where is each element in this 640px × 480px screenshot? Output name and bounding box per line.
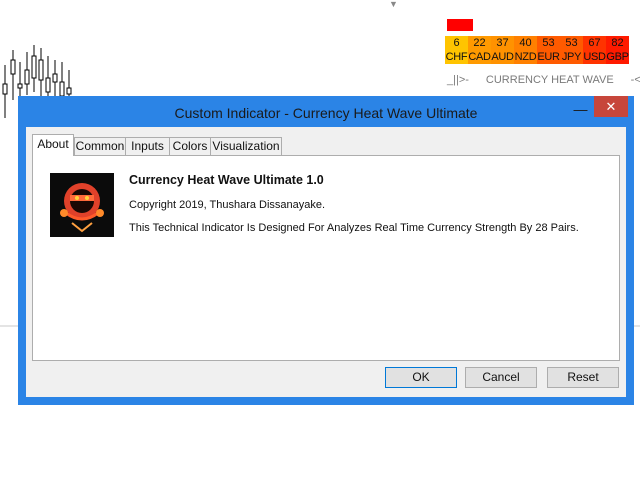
heat-cell-currency: JPY [561, 51, 582, 63]
close-button[interactable]: ✕ [594, 96, 628, 117]
about-tab-page: Currency Heat Wave Ultimate 1.0 Copyrigh… [32, 155, 620, 361]
chart-dropdown-arrow-icon[interactable]: ▼ [389, 0, 398, 9]
indicator-logo-icon [60, 183, 104, 233]
heat-wave-label-right: -<||_ [630, 74, 640, 86]
heat-cell-jpy: 53 JPY [560, 36, 583, 64]
heat-wave-label-title: CURRENCY HEAT WAVE [485, 74, 614, 86]
currency-heatmap: 6 CHF 22 CAD 37 AUD 40 NZD 53 EUR 53 JPY 67 USD 82 GBP [445, 36, 629, 64]
custom-indicator-dialog: Custom Indicator - Currency Heat Wave Ul… [18, 96, 634, 405]
heat-wave-label-left: _||>- [447, 74, 469, 86]
heat-cell-gbp: 82 GBP [606, 36, 629, 64]
indicator-copyright: Copyright 2019, Thushara Dissanayake. [129, 199, 326, 211]
dialog-titlebar[interactable]: Custom Indicator - Currency Heat Wave Ul… [18, 96, 634, 129]
heat-cell-currency: EUR [537, 51, 560, 63]
heat-cell-chf: 6 CHF [445, 36, 468, 64]
minimize-button[interactable]: — [567, 100, 594, 120]
heat-cell-value: 40 [519, 37, 532, 49]
heat-cell-value: 82 [611, 37, 624, 49]
heat-wave-label: _||>- CURRENCY HEAT WAVE -<||_ [447, 74, 640, 86]
heat-cell-value: 6 [453, 37, 460, 49]
heat-cell-cad: 22 CAD [468, 36, 491, 64]
heat-wave-top-swatch [447, 19, 473, 31]
heat-cell-value: 67 [588, 37, 601, 49]
heat-cell-currency: CAD [468, 51, 491, 63]
indicator-description: This Technical Indicator Is Designed For… [129, 222, 579, 234]
heat-cell-aud: 37 AUD [491, 36, 514, 64]
heat-cell-value: 53 [542, 37, 555, 49]
heat-cell-currency: AUD [491, 51, 514, 63]
heat-cell-currency: GBP [606, 51, 629, 63]
cancel-button[interactable]: Cancel [465, 367, 537, 388]
heat-cell-currency: CHF [445, 51, 468, 63]
reset-button[interactable]: Reset [547, 367, 619, 388]
heat-cell-currency: NZD [514, 51, 537, 63]
heat-cell-value: 22 [473, 37, 486, 49]
heat-cell-usd: 67 USD [583, 36, 606, 64]
tab-common[interactable]: Common [74, 137, 126, 155]
heat-cell-currency: USD [583, 51, 606, 63]
dialog-title: Custom Indicator - Currency Heat Wave Ul… [174, 105, 478, 121]
tab-colors[interactable]: Colors [169, 137, 211, 155]
tab-inputs[interactable]: Inputs [125, 137, 170, 155]
heat-cell-value: 53 [565, 37, 578, 49]
ok-button[interactable]: OK [385, 367, 457, 388]
indicator-logo [50, 173, 114, 237]
heat-cell-value: 37 [496, 37, 509, 49]
dialog-client-area: About Common Inputs Colors Visualization [26, 127, 626, 397]
heat-cell-eur: 53 EUR [537, 36, 560, 64]
tab-about[interactable]: About [32, 134, 74, 156]
heat-cell-nzd: 40 NZD [514, 36, 537, 64]
tab-visualization[interactable]: Visualization [210, 137, 282, 155]
indicator-name: Currency Heat Wave Ultimate 1.0 [129, 173, 324, 187]
